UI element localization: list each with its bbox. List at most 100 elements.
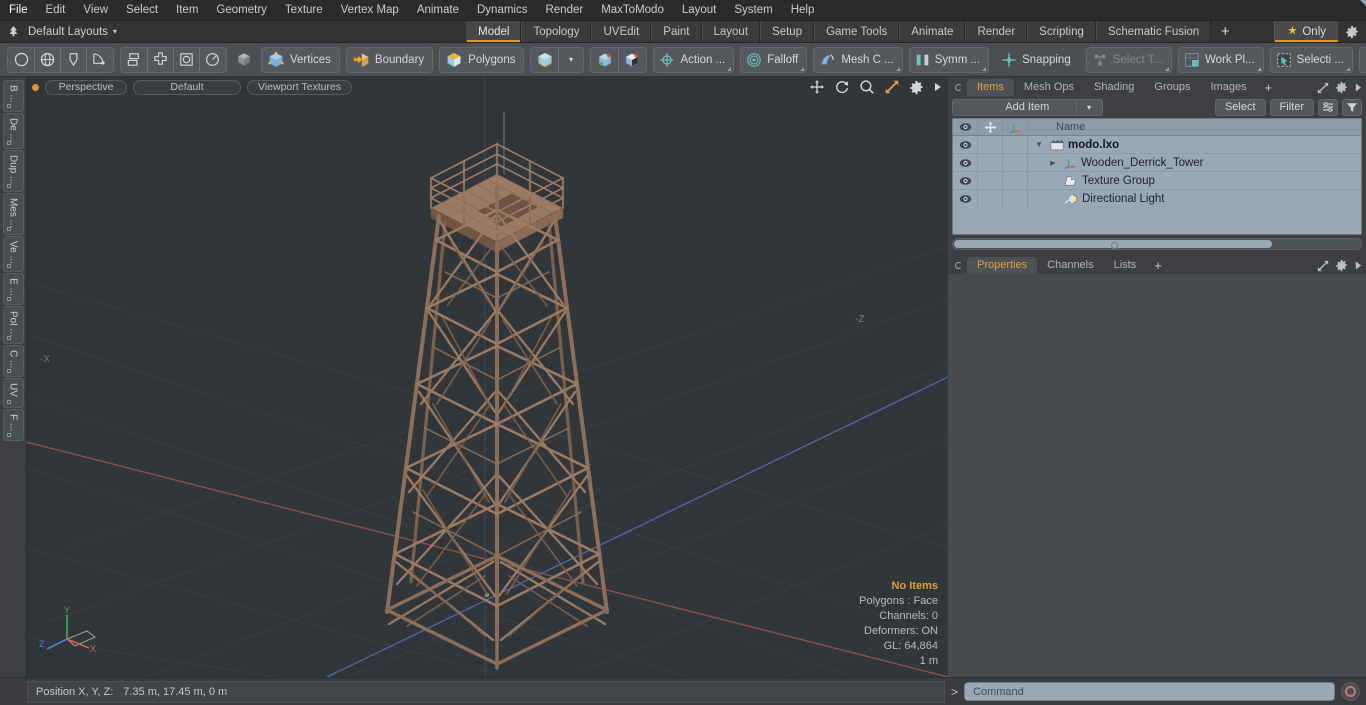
tab-shading[interactable]: Shading: [1084, 79, 1144, 96]
table-row[interactable]: Directional Light: [953, 190, 1361, 208]
expander-icon[interactable]: ▼: [1032, 140, 1046, 149]
item-row-wooden-derrick-tower[interactable]: ▶ Wooden_Derrick_Tower: [1028, 154, 1361, 171]
vtab-uv[interactable]: UV: [2, 378, 24, 408]
default-layouts-dropdown[interactable]: Default Layouts ▾: [26, 21, 125, 42]
viewport-more-icon[interactable]: [933, 81, 942, 93]
menu-item-layout[interactable]: Layout: [673, 0, 726, 20]
item-row-directional-light[interactable]: Directional Light: [1028, 190, 1361, 208]
layout-tab-topology[interactable]: Topology: [521, 21, 592, 42]
command-input[interactable]: [964, 682, 1335, 701]
row-transform-cell[interactable]: [1003, 190, 1028, 208]
panel-dot-icon[interactable]: [955, 262, 962, 269]
row-lock-cell[interactable]: [978, 172, 1003, 189]
menu-item-geometry[interactable]: Geometry: [207, 0, 276, 20]
row-transform-cell[interactable]: [1003, 172, 1028, 189]
action-center-popover[interactable]: Action ...: [653, 46, 735, 73]
vtab-c[interactable]: C ...: [2, 345, 24, 377]
row-lock-cell[interactable]: [978, 154, 1003, 171]
selection-mode-caret[interactable]: ▾: [558, 47, 582, 72]
select-button[interactable]: Select: [1214, 98, 1266, 116]
properties-menu-icon[interactable]: [1354, 260, 1362, 271]
item-row-texture-group[interactable]: Texture Group: [1028, 172, 1361, 189]
layout-tab-layout[interactable]: Layout: [701, 21, 761, 42]
select-through-popover[interactable]: Select T...: [1085, 46, 1173, 73]
layout-tab-setup[interactable]: Setup: [760, 21, 815, 42]
panel-menu-icon[interactable]: [1354, 82, 1362, 93]
selection-sets-popover[interactable]: Selecti ...: [1269, 46, 1353, 73]
menu-item-dynamics[interactable]: Dynamics: [468, 0, 536, 20]
primitive-curve-button[interactable]: [86, 47, 112, 72]
table-row[interactable]: ▶ Wooden_Derrick_Tower: [953, 154, 1361, 172]
viewport-pan-icon[interactable]: [809, 79, 825, 95]
panel-dot-icon[interactable]: [955, 84, 962, 91]
tab-channels[interactable]: Channels: [1037, 257, 1103, 274]
menu-item-help[interactable]: Help: [782, 0, 824, 20]
row-lock-cell[interactable]: [978, 136, 1003, 153]
layout-tab-render[interactable]: Render: [965, 21, 1028, 42]
snapping-popover[interactable]: Snapping: [995, 47, 1080, 73]
vtab-ve[interactable]: Ve ...: [2, 236, 24, 272]
kits-popover[interactable]: Kits: [1358, 46, 1366, 73]
layout-tab-model[interactable]: Model: [466, 21, 522, 42]
menu-item-texture[interactable]: Texture: [276, 0, 332, 20]
viewport-options-icon[interactable]: [909, 80, 924, 95]
menu-item-item[interactable]: Item: [167, 0, 207, 20]
bound-tool-button[interactable]: [173, 47, 199, 72]
panel-gear-icon[interactable]: [1335, 81, 1348, 94]
menu-item-animate[interactable]: Animate: [408, 0, 468, 20]
vtab-dup[interactable]: Dup ...: [2, 150, 24, 192]
menu-item-edit[interactable]: Edit: [37, 0, 75, 20]
row-visibility-toggle[interactable]: [953, 154, 978, 171]
snap-poly-button[interactable]: [618, 47, 645, 72]
viewport-rotate-icon[interactable]: [834, 79, 850, 95]
mesh-constraint-popover[interactable]: Mesh C ...: [813, 46, 903, 73]
home-layout-button[interactable]: [0, 21, 26, 42]
layout-tab-paint[interactable]: Paint: [651, 21, 702, 42]
item-list-empty-area[interactable]: [953, 208, 1361, 234]
panel-expand-icon[interactable]: [1317, 260, 1329, 272]
symmetry-popover[interactable]: Symm ...: [908, 46, 990, 73]
add-properties-tab-button[interactable]: +: [1146, 257, 1170, 274]
menu-item-system[interactable]: System: [725, 0, 781, 20]
tab-groups[interactable]: Groups: [1144, 79, 1200, 96]
viewport-zoom-icon[interactable]: [859, 79, 875, 95]
menu-item-vertex-map[interactable]: Vertex Map: [332, 0, 408, 20]
vtab-mes[interactable]: Mes ...: [2, 193, 24, 235]
sort-button[interactable]: [1318, 98, 1338, 116]
properties-body[interactable]: [948, 274, 1366, 677]
falloff-popover[interactable]: Falloff: [740, 46, 808, 73]
vtab-b[interactable]: B ...: [2, 80, 24, 112]
row-visibility-toggle[interactable]: [953, 190, 978, 208]
menu-item-maxtomodo[interactable]: MaxToModo: [592, 0, 673, 20]
radial-tool-button[interactable]: [199, 47, 225, 72]
menu-item-render[interactable]: Render: [536, 0, 592, 20]
viewport-textures[interactable]: Viewport Textures: [247, 79, 353, 95]
menu-item-select[interactable]: Select: [117, 0, 167, 20]
selection-mode-dropdown[interactable]: [532, 48, 558, 72]
add-item-dropdown[interactable]: ▾: [1075, 98, 1102, 116]
viewport-active-dot[interactable]: [32, 83, 39, 91]
primitive-circle-button[interactable]: [9, 48, 34, 72]
row-lock-cell[interactable]: [978, 190, 1003, 208]
primitive-sphere-button[interactable]: [34, 47, 60, 72]
viewport-projection[interactable]: Perspective: [45, 79, 127, 95]
command-record-button[interactable]: [1341, 682, 1360, 701]
tab-lists[interactable]: Lists: [1104, 257, 1147, 274]
snap-vertex-button[interactable]: [592, 48, 618, 72]
add-tab-button[interactable]: +: [1257, 79, 1281, 96]
layout-tab-game-tools[interactable]: Game Tools: [814, 21, 900, 42]
center-tool-button[interactable]: [147, 47, 173, 72]
layout-tab-scripting[interactable]: Scripting: [1027, 21, 1096, 42]
vtab-f[interactable]: F ...: [2, 409, 24, 441]
funnel-button[interactable]: [1342, 98, 1362, 116]
tab-mesh-ops[interactable]: Mesh Ops: [1014, 79, 1084, 96]
item-list[interactable]: Name ▼ modo.lxo ▶ Wooden_Derrick_Tower T…: [952, 118, 1362, 235]
panel-expand-icon[interactable]: [1317, 82, 1329, 94]
filter-button[interactable]: Filter: [1269, 98, 1314, 116]
tab-images[interactable]: Images: [1201, 79, 1257, 96]
viewport-style[interactable]: Default: [133, 79, 241, 95]
viewport-fit-icon[interactable]: [884, 79, 900, 95]
vtab-pol[interactable]: Pol ...: [2, 306, 24, 344]
primitive-pen-button[interactable]: [60, 47, 86, 72]
tab-properties[interactable]: Properties: [967, 257, 1038, 274]
